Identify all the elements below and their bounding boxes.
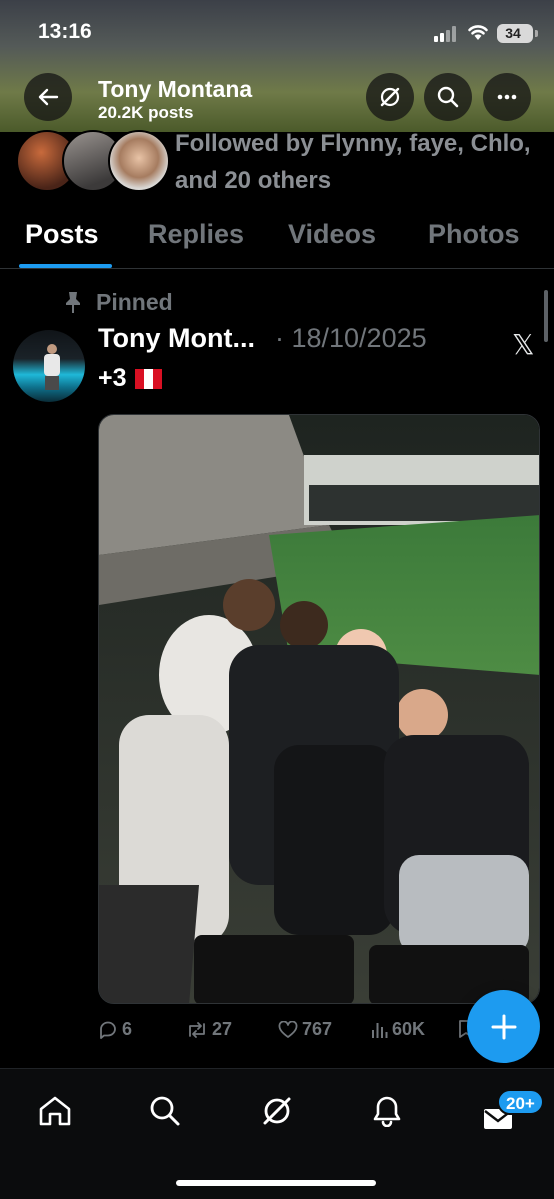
search-icon bbox=[150, 1096, 180, 1126]
nav-grok[interactable] bbox=[257, 1091, 297, 1131]
scrollbar[interactable] bbox=[544, 290, 548, 342]
views-icon bbox=[372, 1022, 388, 1038]
peru-flag-icon bbox=[134, 369, 162, 390]
post-date: · 18/10/2025 bbox=[275, 323, 427, 353]
reply-icon bbox=[100, 1021, 116, 1039]
like-button[interactable]: 767 bbox=[278, 1019, 332, 1040]
nav-notifications[interactable] bbox=[367, 1091, 407, 1131]
battery-level: 34 bbox=[505, 25, 521, 41]
pinned-indicator: Pinned bbox=[62, 287, 173, 317]
profile-tabs: Posts Replies Videos Photos bbox=[0, 205, 554, 269]
status-time: 13:16 bbox=[38, 20, 92, 43]
reply-button[interactable]: 6 bbox=[98, 1019, 132, 1040]
arrow-left-icon bbox=[38, 88, 59, 106]
repost-button[interactable]: 27 bbox=[186, 1019, 232, 1040]
post-text: +3 bbox=[98, 364, 162, 393]
post-image bbox=[99, 415, 539, 1003]
search-icon bbox=[437, 86, 459, 108]
plus-icon bbox=[491, 1014, 516, 1039]
pinned-label: Pinned bbox=[96, 288, 173, 315]
tab-videos[interactable]: Videos bbox=[288, 219, 376, 250]
home-indicator bbox=[176, 1180, 376, 1186]
wifi-icon bbox=[468, 25, 488, 40]
posts-count: 20.2K posts bbox=[98, 103, 194, 122]
search-button[interactable] bbox=[424, 73, 472, 121]
tab-posts[interactable]: Posts bbox=[25, 219, 99, 250]
battery-tip bbox=[535, 30, 538, 37]
nav-home[interactable] bbox=[35, 1091, 75, 1131]
followers-avatars[interactable] bbox=[16, 130, 170, 192]
post-photo[interactable] bbox=[98, 414, 540, 1004]
grok-icon bbox=[263, 1097, 291, 1125]
battery-icon: 34 bbox=[497, 24, 533, 43]
followed-by-text[interactable]: Followed by Flynny, faye, Chlo, and 20 o… bbox=[175, 125, 535, 199]
bottom-navigation: 20+ bbox=[0, 1068, 554, 1199]
post-author-name[interactable]: Tony Mont... bbox=[98, 323, 255, 354]
views-count: 60K bbox=[392, 1019, 426, 1039]
post-text-content: +3 bbox=[98, 364, 127, 392]
repost-icon bbox=[189, 1021, 205, 1038]
heart-icon bbox=[278, 1020, 298, 1038]
status-bar: 13:16 34 bbox=[0, 0, 554, 66]
compose-post-button[interactable] bbox=[467, 990, 540, 1063]
tab-replies[interactable]: Replies bbox=[148, 219, 244, 250]
bell-icon bbox=[373, 1096, 401, 1127]
pin-icon bbox=[66, 292, 80, 313]
views-button[interactable]: 60K bbox=[370, 1019, 425, 1040]
repost-count: 27 bbox=[212, 1019, 233, 1039]
back-button[interactable] bbox=[24, 73, 72, 121]
cellular-signal-icon bbox=[434, 26, 460, 42]
nav-search[interactable] bbox=[145, 1091, 185, 1131]
x-logo-icon: 𝕏 bbox=[512, 329, 535, 360]
follower-avatar-3 bbox=[108, 130, 170, 192]
tab-photos[interactable]: Photos bbox=[428, 219, 520, 250]
messages-badge: 20+ bbox=[497, 1089, 544, 1115]
grok-button[interactable] bbox=[366, 73, 414, 121]
reply-count: 6 bbox=[122, 1019, 133, 1039]
grok-icon bbox=[380, 87, 400, 107]
post-author-avatar[interactable] bbox=[13, 330, 85, 402]
like-count: 767 bbox=[302, 1019, 333, 1039]
active-tab-indicator bbox=[19, 264, 112, 268]
more-horizontal-icon bbox=[497, 94, 517, 100]
post-actions: 6 27 767 60K bbox=[98, 1019, 478, 1049]
more-options-button[interactable] bbox=[483, 73, 531, 121]
home-icon bbox=[39, 1096, 71, 1126]
profile-name: Tony Montana bbox=[98, 76, 253, 102]
